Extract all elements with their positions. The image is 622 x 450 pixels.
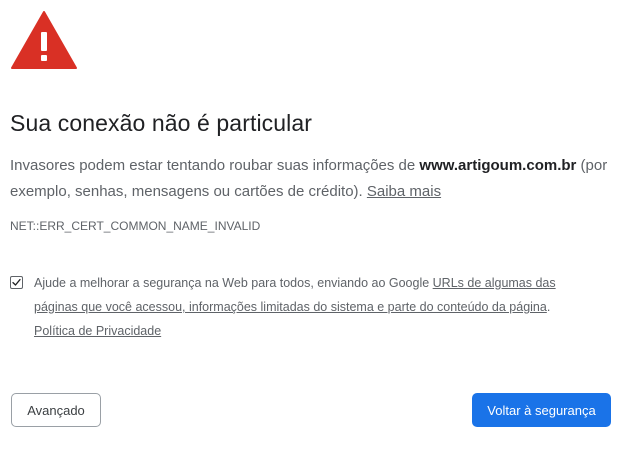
optin-text-after: . xyxy=(546,300,551,314)
advanced-button[interactable]: Avançado xyxy=(11,393,101,427)
main-heading: Sua conexão não é particular xyxy=(10,110,313,136)
checkmark-icon xyxy=(12,278,21,286)
privacy-policy-link[interactable]: Política de Privacidade xyxy=(34,324,161,338)
warning-triangle-icon xyxy=(11,11,77,69)
optin-text-before: Ajude a melhorar a segurança na Web para… xyxy=(34,276,433,290)
learn-more-link[interactable]: Saiba mais xyxy=(367,183,441,200)
error-code: NET::ERR_CERT_COMMON_NAME_INVALID xyxy=(10,219,261,233)
explanation-text-before: Invasores podem estar tentando roubar su… xyxy=(10,157,420,174)
back-to-safety-button[interactable]: Voltar à segurança xyxy=(472,393,611,427)
main-message: Invasores podem estar tentando roubar su… xyxy=(10,153,610,205)
optin-checkbox[interactable] xyxy=(10,276,23,289)
optin-label: Ajude a melhorar a segurança na Web para… xyxy=(34,271,594,343)
domain-name: www.artigoum.com.br xyxy=(419,157,577,174)
